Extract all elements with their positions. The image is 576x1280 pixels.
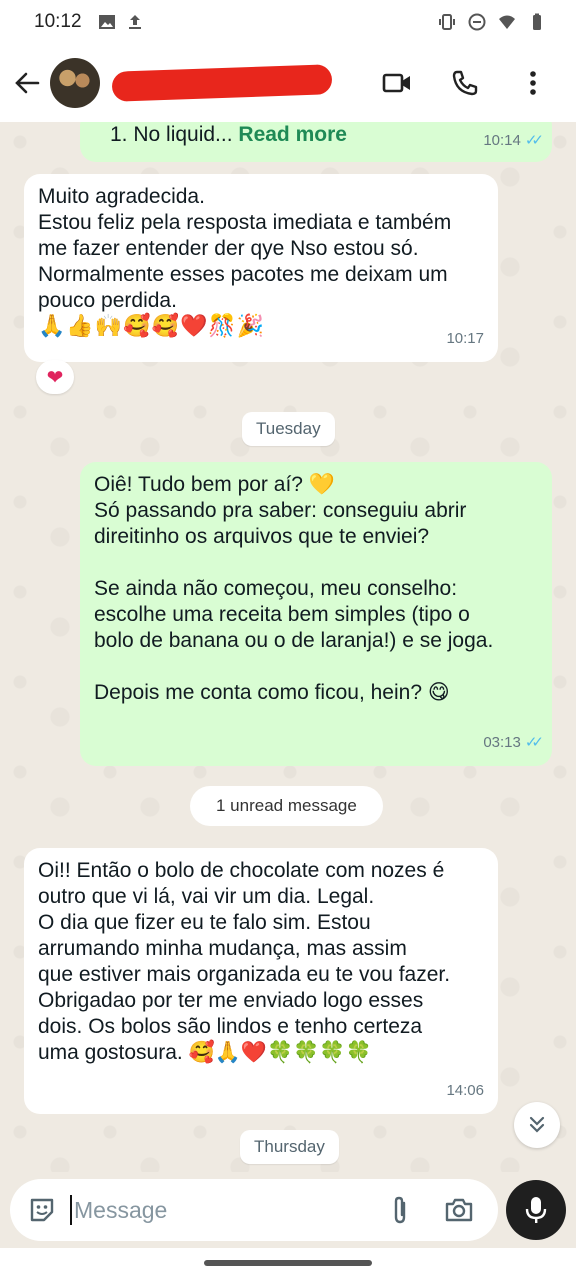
message-outgoing[interactable]: Oiê! Tudo bem por aí? 💛 Só passando pra …	[80, 462, 552, 766]
voice-call-icon	[452, 70, 478, 96]
date-chip: Thursday	[240, 1130, 339, 1164]
contact-name-redacted[interactable]	[111, 64, 333, 102]
microphone-icon	[525, 1197, 547, 1223]
more-options-button[interactable]	[518, 68, 548, 98]
message-line: O dia que fizer eu te falo sim. Estou	[38, 911, 371, 934]
gallery-icon	[98, 15, 115, 29]
message-meta: 10:14 ✓✓	[483, 128, 544, 154]
message-line: outro que vi lá, vai vir um dia. Legal.	[38, 885, 375, 908]
message-meta: 03:13 ✓✓	[483, 730, 544, 756]
message-line: arrumando minha mudança, mas assim	[38, 937, 407, 960]
attach-icon[interactable]	[390, 1195, 410, 1225]
message-meta: 10:17	[446, 326, 484, 352]
message-line: Oiê! Tudo bem por aí? 💛	[94, 473, 335, 496]
read-ticks-icon: ✓✓	[524, 734, 544, 751]
message-emojis: 🙏👍🙌🥰🥰❤️🎊🎉	[38, 314, 266, 339]
video-call-button[interactable]	[382, 68, 412, 98]
voice-call-button[interactable]	[450, 68, 480, 98]
double-chevron-down-icon	[529, 1116, 545, 1133]
message-line: Normalmente esses pacotes me deixam um	[38, 263, 448, 286]
message-incoming[interactable]: Oi!! Então o bolo de chocolate com nozes…	[24, 848, 498, 1114]
message-line: pouco perdida.	[38, 289, 177, 312]
message-time: 14:06	[446, 1082, 484, 1099]
gesture-nav-handle[interactable]	[204, 1260, 372, 1266]
message-outgoing[interactable]: 1. No liquid... Read more 10:14 ✓✓	[80, 122, 552, 162]
message-time: 10:14	[483, 132, 521, 149]
status-bar: 10:12	[0, 0, 576, 44]
message-line: direitinho os arquivos que te enviei?	[94, 525, 430, 548]
message-line: Depois me conta como ficou, hein? 😋	[94, 681, 450, 704]
chat-area[interactable]: 1. No liquid... Read more 10:14 ✓✓ Muito…	[0, 122, 576, 1172]
vibrate-icon	[439, 14, 455, 30]
input-bar: Message	[0, 1172, 576, 1248]
message-line: que estiver mais organizada eu te vou fa…	[38, 963, 451, 986]
message-time: 03:13	[483, 734, 521, 751]
back-button[interactable]	[10, 63, 44, 103]
message-line: me fazer entender der qye Nso estou só.	[38, 237, 419, 260]
message-time: 10:17	[446, 330, 484, 347]
sticker-emoji-icon[interactable]	[28, 1196, 56, 1224]
message-line: Muito agradecida.	[38, 185, 205, 208]
battery-icon	[533, 13, 541, 30]
message-line: Obrigadao por ter me enviado logo esses	[38, 989, 424, 1012]
dnd-icon	[468, 13, 486, 31]
message-input[interactable]: Message	[70, 1195, 390, 1225]
message-composer: Message	[10, 1179, 498, 1241]
message-line	[94, 654, 538, 680]
upload-icon	[128, 15, 141, 29]
date-chip: Tuesday	[242, 412, 335, 446]
message-line: Estou feliz pela resposta imediata e tam…	[38, 211, 452, 234]
read-more-link[interactable]: Read more	[238, 123, 347, 146]
message-line	[94, 550, 538, 576]
back-arrow-icon	[15, 72, 40, 94]
avatar[interactable]	[50, 58, 100, 108]
camera-icon[interactable]	[444, 1197, 474, 1223]
wifi-icon	[499, 15, 515, 29]
message-incoming[interactable]: Muito agradecida. Estou feliz pela respo…	[24, 174, 498, 362]
message-line: bolo de banana ou o de laranja!) e se jo…	[94, 629, 494, 652]
message-line: Oi!! Então o bolo de chocolate com nozes…	[38, 859, 445, 882]
message-text: 1. No liquid...	[110, 123, 239, 146]
video-call-icon	[382, 73, 410, 93]
chat-header	[0, 44, 576, 122]
message-line: uma gostosura. 🥰🙏❤️🍀🍀🍀🍀	[38, 1041, 372, 1064]
reaction-heart-icon[interactable]: ❤	[36, 360, 74, 394]
message-line: dois. Os bolos são lindos e tenho certez…	[38, 1015, 423, 1038]
unread-messages-chip: 1 unread message	[190, 786, 383, 826]
message-line: Só passando pra saber: conseguiu abrir	[94, 499, 467, 522]
message-meta: 14:06	[446, 1078, 484, 1104]
message-line: escolhe uma receita bem simples (tipo o	[94, 603, 470, 626]
message-line: Se ainda não começou, meu conselho:	[94, 577, 458, 600]
more-vert-icon	[530, 71, 536, 95]
read-ticks-icon: ✓✓	[524, 132, 544, 149]
voice-message-button[interactable]	[506, 1180, 566, 1240]
scroll-to-bottom-button[interactable]	[514, 1102, 560, 1148]
status-time: 10:12	[34, 11, 82, 32]
